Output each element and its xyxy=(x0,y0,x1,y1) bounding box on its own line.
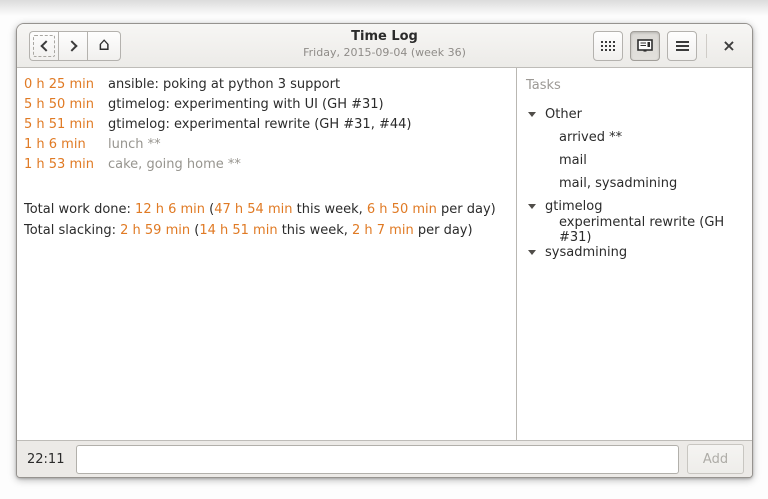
task-item[interactable]: arrived ** xyxy=(523,126,744,149)
chevron-right-icon xyxy=(66,40,77,51)
log-entry-row: 5 h 51 mingtimelog: experimental rewrite… xyxy=(17,114,516,134)
entry-text: lunch ** xyxy=(108,137,161,152)
total-segment: this week, xyxy=(292,202,366,217)
entry-duration: 1 h 53 min xyxy=(17,157,108,172)
nav-button-group: ⌂ xyxy=(29,31,121,61)
entry-duration: 5 h 51 min xyxy=(17,117,108,132)
total-segment: 2 h 7 min xyxy=(352,223,414,238)
back-button[interactable] xyxy=(29,31,58,61)
add-button[interactable]: Add xyxy=(687,444,744,474)
timelog-window: ⌂ Time Log Friday, 2015-09-04 (week 36) xyxy=(16,23,753,478)
tasks-pane-icon xyxy=(637,39,653,52)
close-icon: × xyxy=(722,36,735,55)
task-item[interactable]: mail xyxy=(523,149,744,172)
forward-button[interactable] xyxy=(58,31,87,61)
titlebar: ⌂ Time Log Friday, 2015-09-04 (week 36) xyxy=(17,24,752,68)
log-entry-row: 1 h 53 mincake, going home ** xyxy=(17,154,516,174)
task-group-row[interactable]: Other xyxy=(523,103,744,126)
log-entry-row: 0 h 25 minansible: poking at python 3 su… xyxy=(17,74,516,94)
titlebar-controls: × xyxy=(593,31,742,61)
entry-duration: 5 h 50 min xyxy=(17,97,108,112)
expander-icon[interactable] xyxy=(528,250,536,255)
expander-icon[interactable] xyxy=(528,112,536,117)
task-item[interactable]: mail, sysadmining xyxy=(523,172,744,195)
expander-icon[interactable] xyxy=(528,204,536,209)
view-grid-button[interactable] xyxy=(593,31,623,61)
total-segment: per day) xyxy=(414,223,473,238)
entry-text: cake, going home ** xyxy=(108,157,241,172)
home-button[interactable]: ⌂ xyxy=(87,31,121,61)
home-icon: ⌂ xyxy=(98,36,109,54)
chevron-left-icon xyxy=(40,40,51,51)
app-grid-icon xyxy=(601,41,615,51)
total-line: Total work done: 12 h 6 min (47 h 54 min… xyxy=(17,199,516,220)
total-segment: per day) xyxy=(437,202,496,217)
tasks-sidebar: Tasks Other arrived **mailmail, sysadmini… xyxy=(516,68,752,440)
total-segment: Total work done: xyxy=(24,202,135,217)
log-entry-row: 5 h 50 mingtimelog: experimenting with U… xyxy=(17,94,516,114)
log-panel: 0 h 25 minansible: poking at python 3 su… xyxy=(17,68,516,440)
bottom-bar: 22:11 Add xyxy=(17,440,752,477)
total-segment: this week, xyxy=(278,223,352,238)
log-entry-row: 1 h 6 minlunch ** xyxy=(17,134,516,154)
total-line: Total slacking: 2 h 59 min (14 h 51 min … xyxy=(17,220,516,241)
entry-text: gtimelog: experimenting with UI (GH #31) xyxy=(108,97,384,112)
entry-duration: 0 h 25 min xyxy=(17,77,108,92)
total-segment: 12 h 6 min xyxy=(135,202,205,217)
task-group-label: Other xyxy=(545,107,582,122)
entry-text: gtimelog: experimental rewrite (GH #31, … xyxy=(108,117,411,132)
task-group-label: sysadmining xyxy=(545,245,627,260)
total-segment: 47 h 54 min xyxy=(214,202,292,217)
total-segment: ( xyxy=(205,202,214,217)
tasks-tree: Other arrived **mailmail, sysadmining gtim… xyxy=(523,103,744,264)
main-content: 0 h 25 minansible: poking at python 3 su… xyxy=(17,68,752,440)
task-group-label: gtimelog xyxy=(545,199,602,214)
menu-button[interactable] xyxy=(667,31,697,61)
log-entries: 0 h 25 minansible: poking at python 3 su… xyxy=(17,74,516,174)
log-totals: Total work done: 12 h 6 min (47 h 54 min… xyxy=(17,199,516,241)
entry-duration: 1 h 6 min xyxy=(17,137,108,152)
total-segment: ( xyxy=(190,223,199,238)
titlebar-separator xyxy=(706,34,707,58)
close-button[interactable]: × xyxy=(716,33,742,59)
task-item[interactable]: experimental rewrite (GH #31) xyxy=(523,218,744,241)
total-segment: Total slacking: xyxy=(24,223,120,238)
hamburger-menu-icon xyxy=(676,41,689,43)
entry-text: ansible: poking at python 3 support xyxy=(108,77,340,92)
total-segment: 6 h 50 min xyxy=(367,202,437,217)
tasks-pane-toggle-button[interactable] xyxy=(630,31,660,61)
tasks-header: Tasks xyxy=(523,76,744,103)
total-segment: 14 h 51 min xyxy=(199,223,277,238)
entry-input[interactable] xyxy=(76,445,679,474)
total-segment: 2 h 59 min xyxy=(120,223,190,238)
current-time-label: 22:11 xyxy=(25,452,76,467)
